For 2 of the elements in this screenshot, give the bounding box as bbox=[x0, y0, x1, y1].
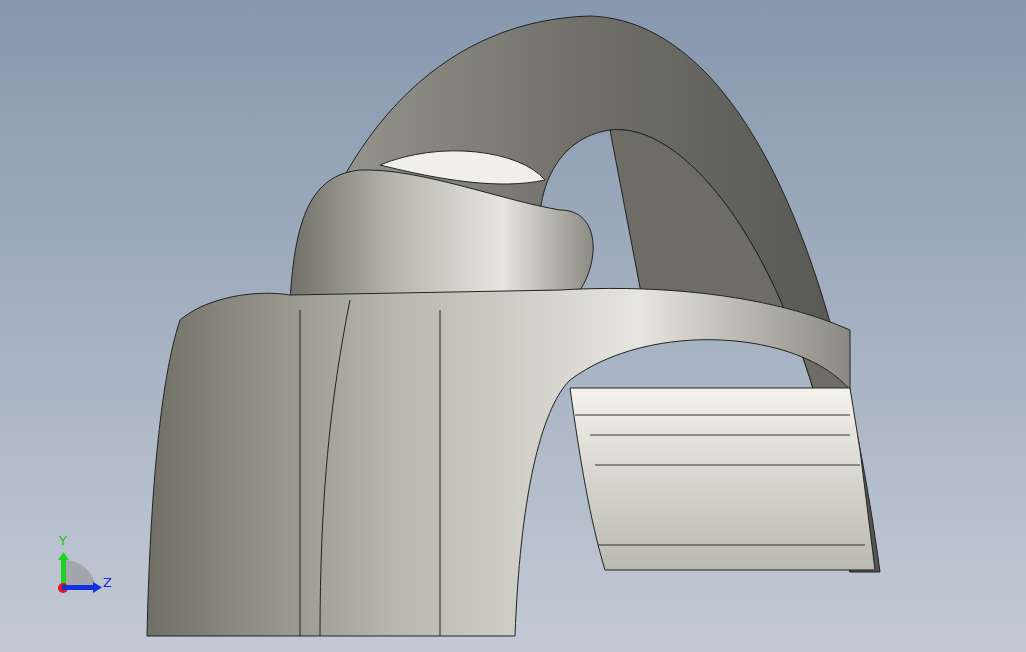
y-axis-label: Y bbox=[59, 534, 67, 547]
z-axis-label: Z bbox=[103, 576, 112, 589]
